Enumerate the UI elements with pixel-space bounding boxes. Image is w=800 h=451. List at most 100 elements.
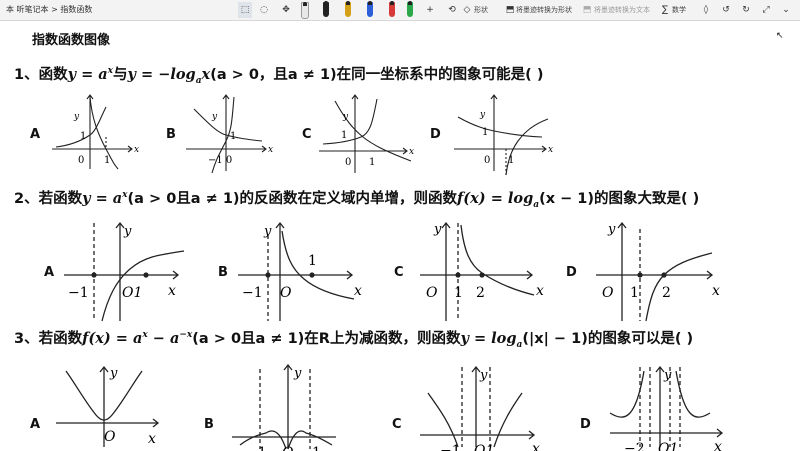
svg-text:−1 0: −1 0 (208, 155, 232, 166)
q2-graph-a: y x −1 O1 (64, 221, 185, 322)
notebook-page: 指数函数图像 ↖ 1、函数y = ax与y = −logax(a > 0，且a … (0, 21, 800, 451)
svg-text:x: x (148, 431, 156, 447)
x-axis-label: x (134, 145, 139, 155)
q3-option-d[interactable]: D (580, 417, 591, 432)
q2-option-a[interactable]: A (44, 265, 54, 280)
q3-graph-d: y x −2 O1 (609, 365, 724, 451)
svg-text:y: y (479, 110, 486, 120)
toolbar: 本 听笔记本 > 指数函数 ⬚ ◌ ✥ + ⟲ ◇ 形状 ⬒ 将墨迹转换为形状 … (0, 0, 800, 21)
svg-text:−1: −1 (242, 285, 263, 301)
svg-text:y: y (211, 112, 218, 122)
svg-text:y: y (433, 222, 442, 237)
lasso-select-icon[interactable]: ⬚ (238, 2, 252, 18)
add-pen-icon[interactable]: + (424, 2, 436, 18)
svg-text:1: 1 (312, 445, 321, 451)
q1-option-c[interactable]: C (302, 127, 312, 142)
svg-text:1: 1 (508, 155, 514, 166)
eraser-icon[interactable] (301, 2, 309, 19)
svg-text:O: O (282, 445, 294, 451)
q2-option-b[interactable]: B (218, 265, 228, 280)
question-1: 1、函数y = ax与y = −logax(a > 0，且a ≠ 1)在同一坐标… (14, 66, 544, 86)
shapes-label[interactable]: 形状 (474, 2, 488, 18)
q3-option-a[interactable]: A (30, 417, 40, 432)
svg-text:x: x (268, 145, 273, 155)
q3-graph-a: y x O (56, 365, 160, 447)
svg-text:2: 2 (662, 285, 671, 301)
q3-option-c[interactable]: C (392, 417, 402, 432)
ink-to-text-label[interactable]: 将墨迹转换为文本 (594, 2, 650, 18)
svg-text:y: y (263, 224, 272, 239)
svg-text:y: y (109, 366, 118, 381)
redo-icon[interactable]: ↻ (740, 2, 752, 18)
pen-black-icon[interactable] (323, 1, 329, 17)
svg-text:1: 1 (230, 131, 236, 142)
cursor-icon: ↖ (776, 31, 784, 41)
lightbulb-icon[interactable]: ◊ (700, 2, 712, 18)
svg-text:x: x (409, 147, 414, 157)
question-3: 3、若函数f(x) = ax − a−x(a > 0且a ≠ 1)在R上为减函数… (14, 330, 694, 350)
q3-graph-c: y x −1 O1 (420, 365, 540, 451)
svg-text:−1: −1 (246, 445, 267, 451)
svg-text:O: O (426, 285, 438, 301)
svg-text:x: x (536, 283, 544, 299)
q1-graph-c: y x 1 0 1 (319, 94, 414, 173)
shapes-icon[interactable]: ◇ (462, 2, 472, 18)
pan-icon[interactable]: ✥ (280, 2, 292, 18)
lasso-icon[interactable]: ◌ (258, 2, 270, 18)
svg-text:−2: −2 (624, 441, 645, 451)
svg-text:x: x (548, 145, 553, 155)
svg-text:1: 1 (482, 127, 488, 138)
svg-text:y: y (293, 366, 302, 381)
svg-text:1: 1 (341, 130, 347, 141)
q1-option-a[interactable]: A (30, 127, 40, 142)
fullscreen-icon[interactable]: ⤢ (760, 2, 772, 18)
svg-text:x: x (532, 441, 540, 451)
svg-text:2: 2 (476, 285, 485, 301)
svg-text:O1: O1 (474, 443, 494, 451)
svg-text:y: y (479, 368, 488, 383)
svg-text:x: x (714, 439, 722, 451)
origin-label: 0 (78, 155, 84, 166)
q1-graph-d: y x 1 0 1 (454, 94, 553, 176)
svg-text:O1: O1 (122, 285, 142, 301)
svg-text:y: y (123, 224, 132, 239)
q3-option-b[interactable]: B (204, 417, 214, 432)
svg-text:0: 0 (345, 157, 351, 168)
question-2: 2、若函数y = ax(a > 0且a ≠ 1)的反函数在定义域内单增，则函数f… (14, 190, 700, 210)
svg-text:−1: −1 (440, 443, 461, 451)
svg-text:O: O (104, 429, 116, 445)
pen-green-icon[interactable] (407, 1, 413, 17)
math-label[interactable]: 数学 (672, 2, 686, 18)
math-icon[interactable]: ∑ (660, 2, 670, 18)
q2-option-d[interactable]: D (566, 265, 577, 280)
pen-red-icon[interactable] (389, 1, 395, 17)
q1-graph-a: y x 0 1 1 (52, 94, 139, 170)
ink-to-shape-icon[interactable]: ⬒ (505, 2, 515, 18)
svg-text:x: x (168, 283, 176, 299)
ink-to-text-icon[interactable]: ⬒ (582, 2, 592, 18)
page-title: 指数函数图像 (32, 33, 111, 48)
svg-text:x: x (712, 283, 720, 299)
more-icon[interactable]: ⌄ (780, 2, 792, 18)
q1-option-b[interactable]: B (166, 127, 176, 142)
q2-option-c[interactable]: C (394, 265, 404, 280)
q1-option-d[interactable]: D (430, 127, 441, 142)
svg-text:1: 1 (308, 253, 317, 269)
pen-blue-icon[interactable] (367, 1, 373, 17)
q3-graph-b: y −1 O 1 (232, 363, 336, 451)
tick-one-x-label: 1 (104, 155, 110, 166)
breadcrumb[interactable]: 本 听笔记本 > 指数函数 (6, 4, 92, 15)
svg-text:O1: O1 (658, 441, 678, 451)
svg-text:1: 1 (369, 157, 375, 168)
svg-text:y: y (663, 368, 672, 383)
svg-text:O: O (280, 285, 292, 301)
ink-to-shape-label[interactable]: 将墨迹转换为形状 (516, 2, 572, 18)
q2-graph-d: y x O 1 2 (596, 221, 720, 322)
svg-text:y: y (607, 222, 616, 237)
replay-icon[interactable]: ↺ (720, 2, 732, 18)
tick-one-label: 1 (80, 131, 86, 142)
pen-yellow-icon[interactable] (345, 1, 351, 17)
svg-text:y: y (342, 112, 349, 122)
q2-graph-b: y x −1 O 1 (238, 221, 362, 321)
ruler-icon[interactable]: ⟲ (446, 2, 458, 18)
